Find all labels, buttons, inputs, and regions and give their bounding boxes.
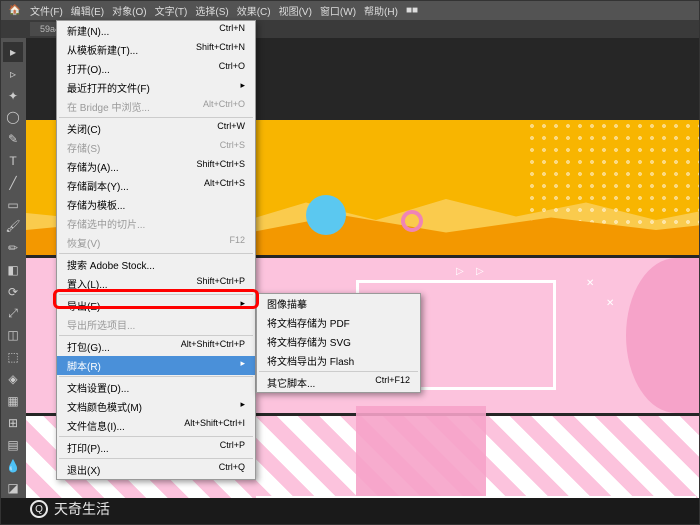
menu-item-29[interactable]: 退出(X)Ctrl+Q [57, 460, 255, 479]
free-transform-tool-icon[interactable]: ⬚ [3, 347, 23, 367]
eraser-tool-icon[interactable]: ◧ [3, 260, 23, 280]
submenu-item-2[interactable]: 将文档存储为 SVG [257, 332, 420, 351]
scale-tool-icon[interactable]: ⤢ [3, 304, 23, 324]
blue-circle [306, 195, 346, 235]
watermark-logo-icon: Q [30, 500, 48, 518]
menu-item-14[interactable]: 搜索 Adobe Stock... [57, 255, 255, 274]
menu-item-15[interactable]: 置入(L)...Shift+Ctrl+P [57, 274, 255, 293]
width-tool-icon[interactable]: ◫ [3, 326, 23, 346]
rotate-tool-icon[interactable]: ⟳ [3, 282, 23, 302]
menu-file[interactable]: 文件(F) [26, 1, 67, 20]
menu-item-4: 在 Bridge 中浏览...Alt+Ctrl+O [57, 97, 255, 116]
menu-item-24[interactable]: 文档颜色模式(M)▸ [57, 397, 255, 416]
menu-item-1[interactable]: 从模板新建(T)...Shift+Ctrl+N [57, 40, 255, 59]
menu-edit[interactable]: 编辑(E) [67, 1, 108, 20]
shape-builder-tool-icon[interactable]: ◈ [3, 369, 23, 389]
lasso-tool-icon[interactable]: ◯ [3, 107, 23, 127]
menu-item-0[interactable]: 新建(N)...Ctrl+N [57, 21, 255, 40]
rectangle-tool-icon[interactable]: ▭ [3, 195, 23, 215]
menu-item-9[interactable]: 存储副本(Y)...Alt+Ctrl+S [57, 176, 255, 195]
gradient-tool-icon[interactable]: ▤ [3, 435, 23, 455]
menu-object[interactable]: 对象(O) [108, 1, 150, 20]
watermark: Q 天奇生活 [30, 499, 110, 519]
pencil-tool-icon[interactable]: ✏ [3, 238, 23, 258]
x-mark-icon: ✕ [586, 278, 594, 289]
magic-wand-tool-icon[interactable]: ✦ [3, 86, 23, 106]
file-dropdown-menu: 新建(N)...Ctrl+N从模板新建(T)...Shift+Ctrl+N打开(… [56, 20, 256, 480]
menu-type[interactable]: 文字(T) [151, 1, 192, 20]
menu-view[interactable]: 视图(V) [275, 1, 316, 20]
submenu-item-1[interactable]: 将文档存储为 PDF [257, 313, 420, 332]
menu-item-11: 存储选中的切片... [57, 214, 255, 233]
selection-tool-icon[interactable]: ▸ [3, 42, 23, 62]
menu-item-18: 导出所选项目... [57, 315, 255, 334]
submenu-item-0[interactable]: 图像描摹 [257, 294, 420, 313]
menu-item-17[interactable]: 导出(E)▸ [57, 296, 255, 315]
menu-item-10[interactable]: 存储为模板... [57, 195, 255, 214]
submenu-item-3[interactable]: 将文档导出为 Flash [257, 351, 420, 370]
triangle-icon: ▷ [476, 266, 484, 277]
line-tool-icon[interactable]: ╱ [3, 173, 23, 193]
triangle-icon: ▷ [456, 266, 464, 277]
menu-item-6[interactable]: 关闭(C)Ctrl+W [57, 119, 255, 138]
menu-item-12: 恢复(V)F12 [57, 233, 255, 252]
pink-ring [401, 210, 423, 232]
menu-help[interactable]: 帮助(H) [360, 1, 402, 20]
stripe-box [356, 406, 486, 498]
menu-item-21[interactable]: 脚本(R)▸ [57, 356, 255, 375]
menu-item-3[interactable]: 最近打开的文件(F)▸ [57, 78, 255, 97]
brush-tool-icon[interactable]: 🖌 [3, 217, 23, 237]
menu-item-7: 存储(S)Ctrl+S [57, 138, 255, 157]
mesh-tool-icon[interactable]: ⊞ [3, 413, 23, 433]
menu-item-8[interactable]: 存储为(A)...Shift+Ctrl+S [57, 157, 255, 176]
menu-item-20[interactable]: 打包(G)...Alt+Shift+Ctrl+P [57, 337, 255, 356]
menu-item-27[interactable]: 打印(P)...Ctrl+P [57, 438, 255, 457]
pen-tool-icon[interactable]: ✎ [3, 129, 23, 149]
menu-item-23[interactable]: 文档设置(D)... [57, 378, 255, 397]
x-mark-icon: ✕ [606, 298, 614, 309]
menu-bar: 🏠 文件(F) 编辑(E) 对象(O) 文字(T) 选择(S) 效果(C) 视图… [0, 0, 700, 20]
submenu-item-5[interactable]: 其它脚本...Ctrl+F12 [257, 373, 420, 392]
direct-selection-tool-icon[interactable]: ▹ [3, 64, 23, 84]
stripe-border [256, 496, 696, 498]
menu-effect[interactable]: 效果(C) [233, 1, 275, 20]
pink-wave [626, 258, 700, 413]
menu-extra[interactable]: ■■ [402, 3, 422, 18]
fill-stroke-icon[interactable]: ◪ [3, 478, 23, 498]
tools-panel: ▸ ▹ ✦ ◯ ✎ T ╱ ▭ 🖌 ✏ ◧ ⟳ ⤢ ◫ ⬚ ◈ ▦ ⊞ ▤ 💧 … [0, 38, 26, 498]
menu-window[interactable]: 窗口(W) [316, 1, 360, 20]
watermark-text: 天奇生活 [54, 499, 110, 519]
menu-item-25[interactable]: 文件信息(I)...Alt+Shift+Ctrl+I [57, 416, 255, 435]
eyedropper-tool-icon[interactable]: 💧 [3, 456, 23, 476]
perspective-tool-icon[interactable]: ▦ [3, 391, 23, 411]
script-submenu: 图像描摹将文档存储为 PDF将文档存储为 SVG将文档导出为 Flash 其它脚本… [256, 293, 421, 393]
menu-item-2[interactable]: 打开(O)...Ctrl+O [57, 59, 255, 78]
type-tool-icon[interactable]: T [3, 151, 23, 171]
menu-select[interactable]: 选择(S) [191, 1, 232, 20]
home-icon[interactable]: 🏠 [8, 3, 22, 17]
